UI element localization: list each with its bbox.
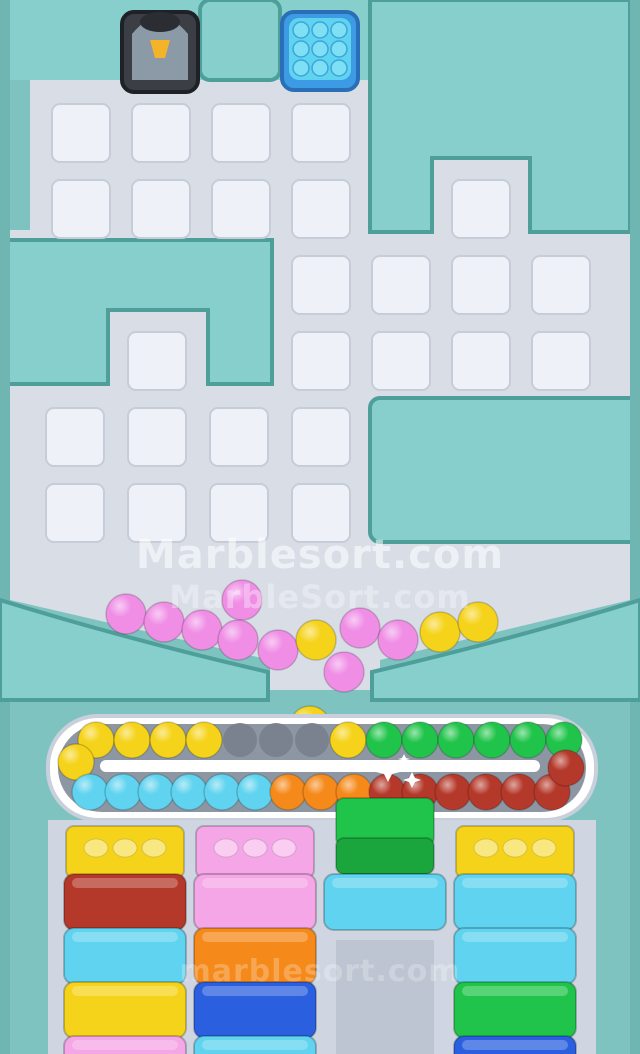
- spawner-dot: [292, 59, 310, 77]
- spawner-dot: [330, 40, 348, 58]
- grid-tile[interactable]: [51, 179, 111, 239]
- conveyor-marble-green: [401, 721, 439, 759]
- grid-tile[interactable]: [127, 331, 187, 391]
- empty-slot: [295, 723, 329, 757]
- block-highlight: [72, 878, 178, 888]
- conveyor-marble-green: [509, 721, 547, 759]
- conveyor-marble-green: [473, 721, 511, 759]
- yellow-lid[interactable]: [65, 825, 185, 879]
- grid-tile[interactable]: [531, 255, 591, 315]
- grid-tile[interactable]: [45, 483, 105, 543]
- grid-tile[interactable]: [45, 407, 105, 467]
- grid-tile[interactable]: [131, 103, 191, 163]
- block-highlight: [202, 878, 308, 888]
- conveyor-marble-yellow: [113, 721, 151, 759]
- falling-marble-pink: [143, 601, 185, 643]
- grid-tile[interactable]: [371, 255, 431, 315]
- grid-tile[interactable]: [531, 331, 591, 391]
- spawner-dot: [292, 40, 310, 58]
- grid-tile[interactable]: [209, 483, 269, 543]
- grid-tile[interactable]: [291, 331, 351, 391]
- grid-tile[interactable]: [291, 255, 351, 315]
- block-highlight: [72, 932, 178, 942]
- block-highlight: [332, 878, 438, 888]
- falling-marble-pink: [257, 629, 299, 671]
- grid-tile[interactable]: [51, 103, 111, 163]
- empty-slot: [223, 723, 257, 757]
- block-highlight: [202, 932, 308, 942]
- spawner-dot: [330, 21, 348, 39]
- falling-marble-pink: [217, 619, 259, 661]
- spawner-dot: [311, 40, 329, 58]
- falling-marble-pink: [377, 619, 419, 661]
- block-highlight: [462, 986, 568, 996]
- conveyor-marble-red: [547, 749, 585, 787]
- game-scene: [0, 0, 640, 1054]
- column-1[interactable]: [63, 825, 187, 1054]
- conveyor-marble-cyan: [236, 773, 274, 811]
- grid-tile[interactable]: [451, 179, 511, 239]
- conveyor-marble-cyan: [71, 773, 109, 811]
- grid-tile[interactable]: [371, 331, 431, 391]
- grid-tile[interactable]: [127, 483, 187, 543]
- falling-marble-yellow: [295, 619, 337, 661]
- falling-marble-yellow: [419, 611, 461, 653]
- conveyor-marble-orange: [269, 773, 307, 811]
- spawner-dot: [292, 21, 310, 39]
- block-highlight: [202, 986, 308, 996]
- mystery-spawner[interactable]: [120, 10, 200, 94]
- conveyor-marble-green: [437, 721, 475, 759]
- falling-marble-yellow: [457, 601, 499, 643]
- grid-tile[interactable]: [211, 179, 271, 239]
- conveyor-marble-orange: [302, 773, 340, 811]
- conveyor-marble-cyan: [137, 773, 175, 811]
- conveyor-marble-red: [434, 773, 472, 811]
- block-highlight: [462, 932, 568, 942]
- green-lid-base: [335, 837, 435, 875]
- conveyor-marble-green: [365, 721, 403, 759]
- conveyor-marble-cyan: [170, 773, 208, 811]
- falling-marble-pink: [181, 609, 223, 651]
- block-highlight: [72, 1040, 178, 1050]
- grid-tile[interactable]: [291, 407, 351, 467]
- spawner-dot: [311, 59, 329, 77]
- block-highlight: [462, 1040, 568, 1050]
- column-3[interactable]: [323, 797, 447, 931]
- column-4[interactable]: [453, 825, 577, 1054]
- grid-tile[interactable]: [127, 407, 187, 467]
- grid-tile[interactable]: [451, 255, 511, 315]
- conveyor-marble-yellow: [185, 721, 223, 759]
- cyan-spawner[interactable]: [280, 10, 360, 92]
- grid-tile[interactable]: [451, 331, 511, 391]
- falling-marble-pink: [323, 651, 365, 693]
- grid-tile[interactable]: [131, 179, 191, 239]
- empty-slot: [259, 723, 293, 757]
- falling-marble-pink: [339, 607, 381, 649]
- spawner-dot: [311, 21, 329, 39]
- conveyor-marble-red: [467, 773, 505, 811]
- falling-marble-pink: [221, 579, 263, 621]
- conveyor-marble-cyan: [104, 773, 142, 811]
- falling-marble-pink: [105, 593, 147, 635]
- column-2[interactable]: [193, 825, 317, 1054]
- block-highlight: [462, 878, 568, 888]
- grid-tile[interactable]: [291, 483, 351, 543]
- column-3-slot: [336, 940, 434, 1054]
- yellow-lid[interactable]: [455, 825, 575, 879]
- grid-tile[interactable]: [211, 103, 271, 163]
- grid-tile[interactable]: [209, 407, 269, 467]
- grid-tile[interactable]: [291, 179, 351, 239]
- lightpink-lid[interactable]: [195, 825, 315, 879]
- block-highlight: [72, 986, 178, 996]
- conveyor-marble-red: [500, 773, 538, 811]
- conveyor-marble-cyan: [203, 773, 241, 811]
- conveyor-marble-yellow: [149, 721, 187, 759]
- block-highlight: [202, 1040, 308, 1050]
- spawner-dot: [330, 59, 348, 77]
- conveyor-marble-yellow: [329, 721, 367, 759]
- grid-tile[interactable]: [291, 103, 351, 163]
